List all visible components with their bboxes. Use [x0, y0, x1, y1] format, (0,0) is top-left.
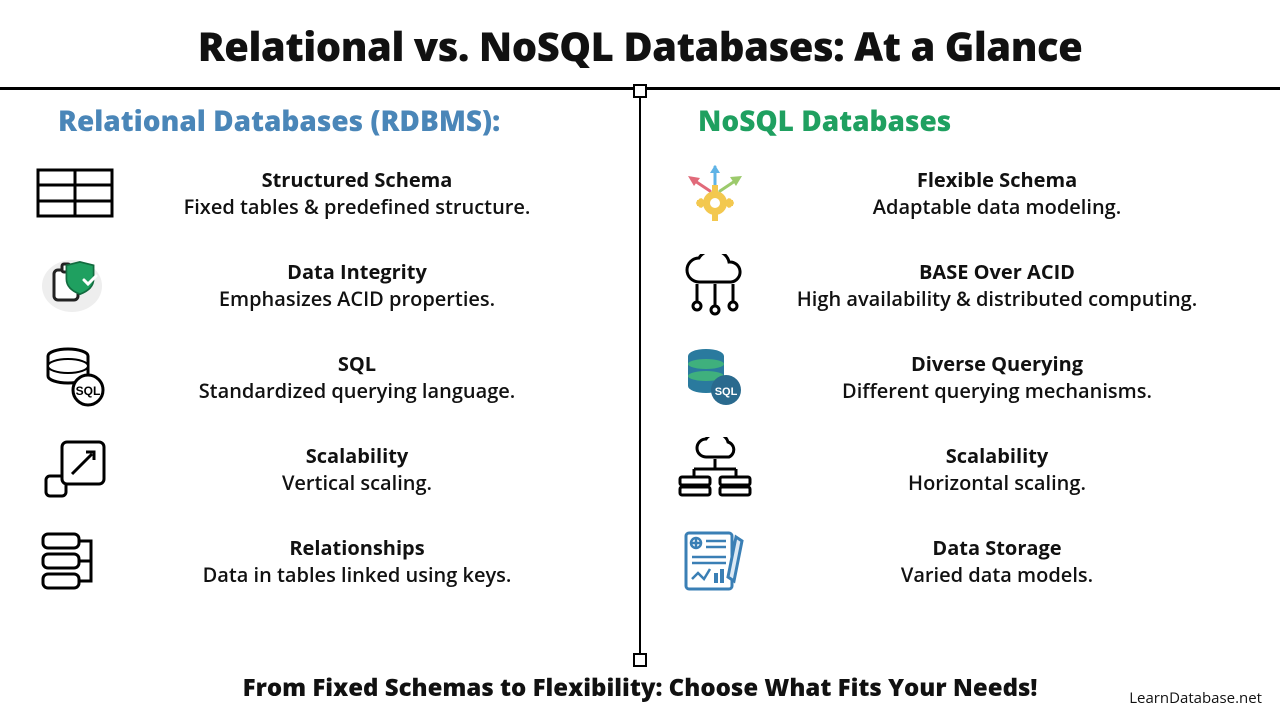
database-sql-icon: SQL: [30, 342, 120, 412]
item-sub: Data in tables linked using keys.: [124, 561, 590, 588]
footer: From Fixed Schemas to Flexibility: Choos…: [0, 661, 1280, 720]
cloud-network-icon: [670, 250, 760, 320]
database-sql-color-icon: SQL: [670, 342, 760, 412]
item-title: Data Integrity: [124, 258, 590, 285]
item-text: SQL Standardized querying language.: [120, 350, 610, 404]
item-sub: Adaptable data modeling.: [764, 193, 1230, 220]
document-chart-icon: [670, 526, 760, 596]
item-text: Diverse Querying Different querying mech…: [760, 350, 1250, 404]
right-column: NoSQL Databases: [640, 90, 1280, 661]
left-column: Relational Databases (RDBMS): Structured…: [0, 90, 640, 661]
item-title: SQL: [124, 350, 590, 377]
table-grid-icon: [30, 158, 120, 228]
page-title: Relational vs. NoSQL Databases: At a Gla…: [0, 0, 1280, 87]
left-item: Structured Schema Fixed tables & predefi…: [30, 158, 610, 228]
item-text: Data Storage Varied data models.: [760, 534, 1250, 588]
svg-text:SQL: SQL: [76, 384, 101, 398]
cloud-servers-icon: [670, 434, 760, 504]
columns: Relational Databases (RDBMS): Structured…: [0, 90, 1280, 661]
item-title: Relationships: [124, 534, 590, 561]
item-sub: Horizontal scaling.: [764, 469, 1230, 496]
right-item: Scalability Horizontal scaling.: [670, 434, 1250, 504]
scale-up-icon: [30, 434, 120, 504]
item-title: Structured Schema: [124, 166, 590, 193]
item-sub: High availability & distributed computin…: [764, 285, 1230, 312]
left-heading: Relational Databases (RDBMS):: [30, 102, 610, 140]
item-title: Scalability: [764, 442, 1230, 469]
item-sub: Vertical scaling.: [124, 469, 590, 496]
right-item: Flexible Schema Adaptable data modeling.: [670, 158, 1250, 228]
item-sub: Fixed tables & predefined structure.: [124, 193, 590, 220]
footer-text: From Fixed Schemas to Flexibility: Choos…: [243, 671, 1038, 704]
vertical-divider: [639, 90, 641, 661]
right-heading: NoSQL Databases: [670, 102, 1250, 140]
left-item: SQL SQL Standardized querying language.: [30, 342, 610, 412]
item-sub: Emphasizes ACID properties.: [124, 285, 590, 312]
svg-text:SQL: SQL: [715, 386, 738, 398]
left-item: Data Integrity Emphasizes ACID propertie…: [30, 250, 610, 320]
item-title: Data Storage: [764, 534, 1230, 561]
left-item: Scalability Vertical scaling.: [30, 434, 610, 504]
item-sub: Standardized querying language.: [124, 377, 590, 404]
item-text: Flexible Schema Adaptable data modeling.: [760, 166, 1250, 220]
item-text: BASE Over ACID High availability & distr…: [760, 258, 1250, 312]
item-sub: Different querying mechanisms.: [764, 377, 1230, 404]
item-title: BASE Over ACID: [764, 258, 1230, 285]
item-title: Flexible Schema: [764, 166, 1230, 193]
item-sub: Varied data models.: [764, 561, 1230, 588]
linked-records-icon: [30, 526, 120, 596]
item-title: Diverse Querying: [764, 350, 1230, 377]
item-text: Scalability Horizontal scaling.: [760, 442, 1250, 496]
item-text: Data Integrity Emphasizes ACID propertie…: [120, 258, 610, 312]
shield-check-icon: [30, 250, 120, 320]
gear-arrows-icon: [670, 158, 760, 228]
left-item: Relationships Data in tables linked usin…: [30, 526, 610, 596]
source-label: LearnDatabase.net: [1129, 688, 1262, 708]
right-item: Data Storage Varied data models.: [670, 526, 1250, 596]
item-text: Relationships Data in tables linked usin…: [120, 534, 610, 588]
item-text: Scalability Vertical scaling.: [120, 442, 610, 496]
item-title: Scalability: [124, 442, 590, 469]
right-item: BASE Over ACID High availability & distr…: [670, 250, 1250, 320]
right-item: SQL Diverse Querying Different querying …: [670, 342, 1250, 412]
item-text: Structured Schema Fixed tables & predefi…: [120, 166, 610, 220]
